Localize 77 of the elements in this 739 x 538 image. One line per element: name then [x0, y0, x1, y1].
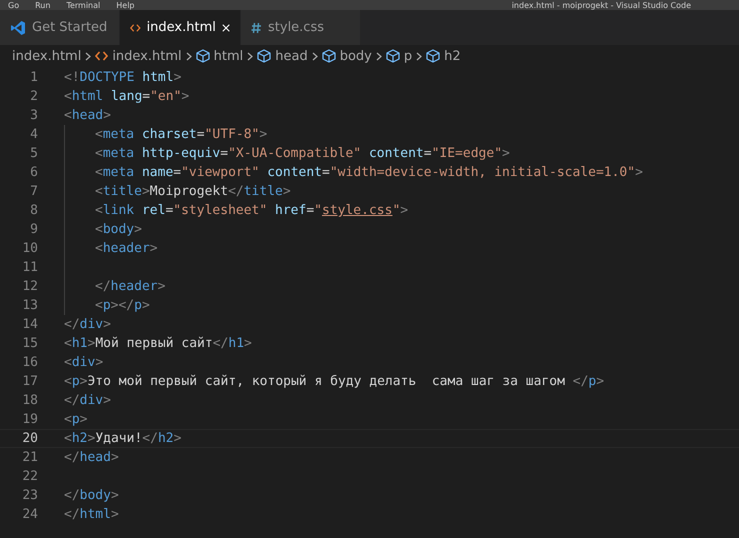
code-line: <h2>Удачи!</h2> [64, 431, 182, 446]
editor-tab[interactable]: Get Started [0, 10, 120, 45]
editor-tab[interactable]: style.css [241, 10, 361, 45]
angle-brackets-icon [95, 51, 108, 61]
line-number: 12 [21, 279, 38, 294]
chevron-icon [376, 52, 382, 60]
line-number: 20 [21, 431, 38, 446]
angle-brackets-icon [130, 22, 141, 32]
menu-item[interactable]: Terminal [66, 0, 100, 10]
code-line: </div> [64, 317, 111, 332]
vscode-logo-icon [10, 20, 26, 36]
chevron-icon [416, 52, 422, 60]
line-number: 16 [21, 355, 38, 370]
cube-icon [257, 49, 272, 63]
line-number: 18 [21, 393, 38, 408]
menu-item[interactable]: Help [116, 0, 134, 10]
code-line: <div> [64, 355, 104, 370]
line-number: 14 [21, 317, 38, 332]
window-title: index.html - moiprogekt - Visual Studio Code [512, 0, 691, 10]
code-line: <body> [95, 222, 142, 237]
code-line: <!DOCTYPE html> [64, 70, 182, 85]
line-number: 19 [21, 412, 38, 427]
cube-icon [196, 49, 210, 63]
code-line: <meta charset="UTF-8"> [95, 127, 268, 142]
line-number: 8 [29, 203, 38, 218]
chevron-icon [312, 52, 318, 60]
code-line: </div> [64, 393, 111, 408]
hash-icon [251, 22, 262, 34]
line-number: 24 [21, 507, 38, 522]
line-number: 9 [29, 222, 38, 237]
line-number: 4 [29, 127, 38, 142]
line-number: 17 [21, 374, 38, 389]
line-number: 5 [29, 146, 38, 161]
code-line: <title>Moiprogekt</title> [95, 184, 291, 199]
code-line: <p>Это мой первый сайт, который я буду делать сама шаг за шагом </p> [64, 374, 604, 389]
breadcrumb-item[interactable]: html [214, 48, 244, 64]
code-line: <header> [95, 241, 158, 256]
code-line: </header> [95, 279, 166, 294]
code-line: <html lang="en"> [64, 89, 190, 104]
chevron-icon [85, 52, 92, 60]
breadcrumb-item[interactable]: head [275, 48, 308, 64]
code-line: <meta http-equiv="X-UA-Compatible" content="IE=edge"> [95, 146, 510, 161]
editor-tab[interactable]: index.html [120, 10, 241, 45]
breadcrumb-item[interactable]: index.html [12, 48, 82, 64]
line-number: 10 [21, 241, 38, 256]
chevron-icon [186, 52, 192, 60]
chevron-icon [247, 52, 254, 60]
line-number: 11 [21, 260, 38, 275]
cube-icon [322, 49, 336, 63]
close-icon[interactable] [222, 22, 230, 32]
code-line: <head> [64, 108, 111, 123]
line-number: 7 [29, 184, 38, 199]
line-number: 21 [21, 450, 38, 465]
code-line: <p> [64, 412, 88, 427]
code-line: </html> [64, 507, 119, 522]
line-number: 2 [29, 89, 38, 104]
code-line: <link rel="stylesheet" href="style.css"> [95, 203, 408, 218]
line-number: 13 [21, 298, 38, 313]
menu-item[interactable]: Go [8, 0, 20, 10]
code-line: <meta name="viewport" content="width=device-width, initial-scale=1.0"> [95, 165, 643, 180]
code-line: </body> [64, 488, 119, 503]
breadcrumb-item[interactable]: index.html [112, 48, 182, 64]
line-number: 23 [21, 488, 38, 503]
line-number: 1 [29, 70, 38, 85]
cube-icon [426, 49, 440, 63]
code-line: <p></p> [95, 298, 150, 313]
code-line: <h1>Мой первый сайт</h1> [64, 336, 252, 351]
breadcrumb-item[interactable]: body [340, 48, 372, 64]
breadcrumb-item[interactable]: p [404, 48, 412, 64]
cube-icon [386, 49, 400, 63]
code-line: </head> [64, 450, 119, 465]
menu-item[interactable]: Run [35, 0, 50, 10]
line-number: 15 [21, 336, 38, 351]
line-number: 22 [21, 469, 38, 484]
line-number: 3 [29, 108, 38, 123]
line-number: 6 [29, 165, 38, 180]
breadcrumb-item[interactable]: h2 [444, 48, 461, 64]
